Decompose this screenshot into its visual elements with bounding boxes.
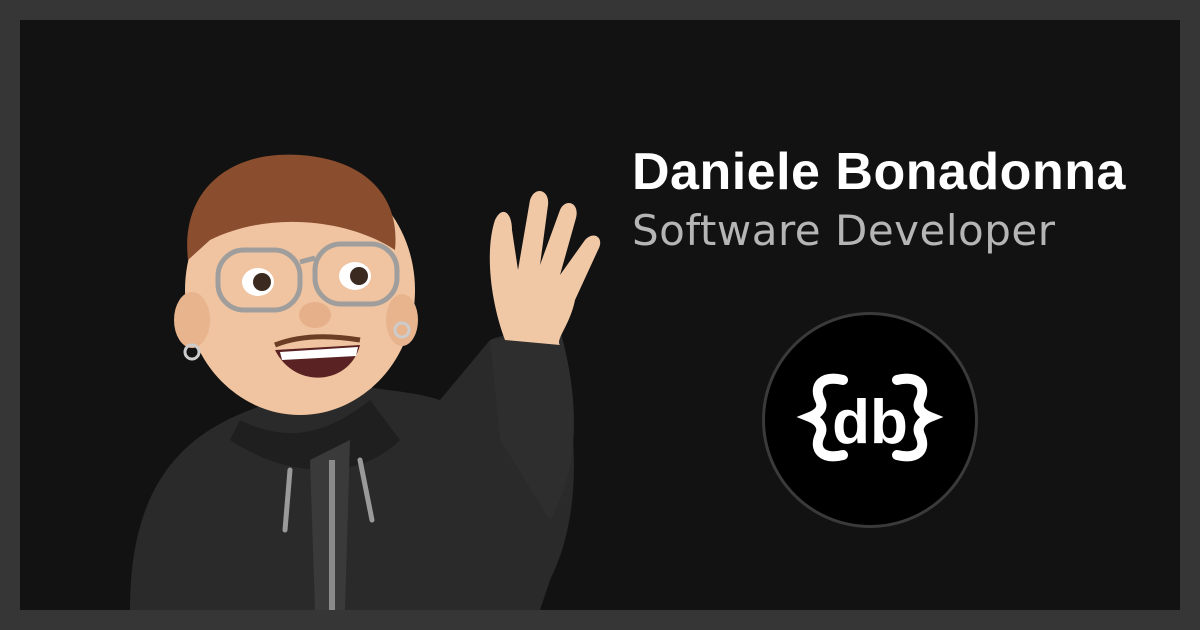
db-logo-icon: db: [762, 312, 978, 528]
profile-name: Daniele Bonadonna: [632, 143, 1126, 201]
waving-avatar-icon: [110, 140, 630, 610]
profile-role: Software Developer: [632, 206, 1056, 255]
logo-text: db: [832, 388, 908, 457]
profile-card: Daniele Bonadonna Software Developer db: [20, 20, 1180, 610]
